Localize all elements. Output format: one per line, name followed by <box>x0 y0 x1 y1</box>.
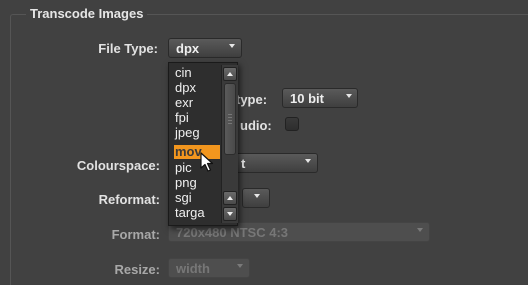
data-type-value: 10 bit <box>290 91 324 106</box>
audio-label: udio: <box>240 118 272 133</box>
colourspace-label: Colourspace: <box>76 158 160 173</box>
resize-value: width <box>176 261 210 276</box>
grip-icon <box>228 120 232 121</box>
dropdown-option[interactable]: exr <box>174 96 220 110</box>
data-type-label: type: <box>236 92 268 107</box>
resize-dropdown[interactable]: width <box>168 258 250 278</box>
chevron-down-icon <box>254 194 260 198</box>
audio-checkbox[interactable] <box>285 117 299 131</box>
dropdown-option[interactable]: png <box>174 176 220 190</box>
dropdown-option[interactable]: sgi <box>174 191 220 205</box>
grip-icon <box>228 123 232 124</box>
dropdown-option[interactable]: targa <box>174 206 220 220</box>
chevron-down-icon <box>305 159 311 163</box>
resize-label: Resize: <box>114 262 160 277</box>
dropdown-scrollbar[interactable] <box>221 65 238 223</box>
grip-icon <box>228 114 232 115</box>
dropdown-option[interactable]: jpeg <box>174 126 220 140</box>
grip-icon <box>228 117 232 118</box>
scrollbar-thumb[interactable] <box>224 83 236 155</box>
scroll-up-button[interactable] <box>223 67 237 81</box>
mouse-cursor-icon <box>200 152 214 172</box>
format-value: 720x480 NTSC 4:3 <box>176 225 289 240</box>
file-type-dropdown[interactable]: dpx <box>168 38 242 58</box>
colourspace-value: t <box>241 156 246 171</box>
scroll-down-button[interactable] <box>223 207 237 221</box>
data-type-dropdown[interactable]: 10 bit <box>282 88 358 108</box>
dropdown-option[interactable]: fpi <box>174 111 220 125</box>
file-type-dropdown-list: cin dpx exr fpi jpeg mov pic png sgi tar… <box>168 62 238 226</box>
chevron-down-icon <box>346 94 352 98</box>
format-label: Format: <box>111 227 160 242</box>
dropdown-option[interactable]: cin <box>174 66 220 80</box>
reformat-label: Reformat: <box>98 192 160 207</box>
arrow-up-icon <box>227 196 233 200</box>
chevron-down-icon <box>229 44 235 48</box>
reformat-dropdown[interactable] <box>242 188 270 208</box>
file-type-value: dpx <box>176 41 200 56</box>
transcode-panel: Transcode Images File Type: dpx type: 10… <box>0 0 528 285</box>
scroll-up-button[interactable] <box>223 191 237 205</box>
arrow-up-icon <box>227 72 233 76</box>
file-type-label: File Type: <box>98 41 158 56</box>
dropdown-option[interactable]: dpx <box>174 81 220 95</box>
arrow-down-icon <box>227 212 233 216</box>
group-title: Transcode Images <box>26 6 148 21</box>
chevron-down-icon <box>417 228 423 232</box>
chevron-down-icon <box>237 264 243 268</box>
